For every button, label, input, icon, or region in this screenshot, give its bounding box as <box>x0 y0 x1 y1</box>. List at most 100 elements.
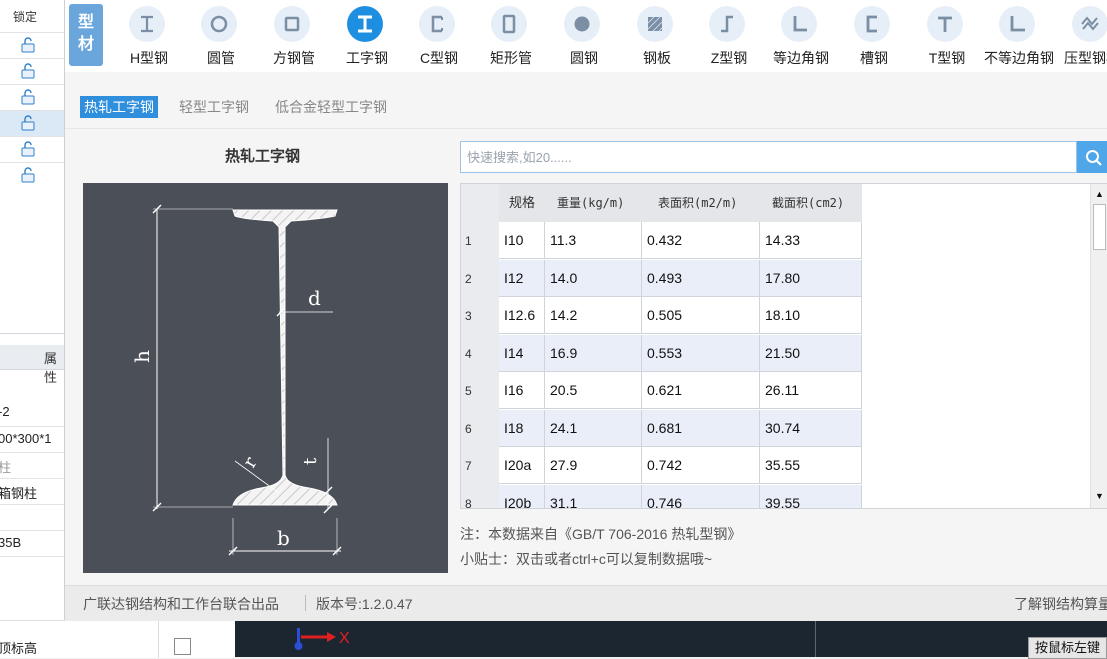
quick-search-input[interactable] <box>460 141 1077 173</box>
cell-section-area[interactable]: 14.33 <box>760 222 862 259</box>
column-header-section-area[interactable]: 截面积(cm2) <box>760 184 862 222</box>
t-section-icon <box>938 16 952 32</box>
cell-spec[interactable]: I16 <box>499 372 545 409</box>
cell-section-area[interactable]: 26.11 <box>760 372 862 409</box>
cell-spec[interactable]: I14 <box>499 334 545 372</box>
cell-section-area[interactable]: 35.55 <box>760 447 862 484</box>
toolbar-item-square-tube[interactable]: 方钢管 <box>258 0 330 72</box>
unlock-icon[interactable] <box>20 141 36 157</box>
cell-spec[interactable]: I18 <box>499 409 545 447</box>
table-row[interactable]: 7 I20a 27.9 0.742 35.55 <box>461 447 863 484</box>
cell-weight[interactable]: 16.9 <box>545 334 642 372</box>
subtab-hot-rolled[interactable]: 热轧工字钢 <box>80 96 158 118</box>
lock-row[interactable] <box>0 162 64 189</box>
cell-surface-area[interactable]: 0.742 <box>642 447 760 484</box>
flange-width-label: b <box>277 526 290 550</box>
cell-surface-area[interactable]: 0.746 <box>642 484 760 508</box>
subtab-light[interactable]: 轻型工字钢 <box>175 96 253 118</box>
scroll-up-arrow-icon[interactable]: ▲ <box>1091 186 1107 203</box>
property-value: -2 <box>0 404 10 419</box>
cell-weight[interactable]: 20.5 <box>545 372 642 409</box>
cell-weight[interactable]: 14.2 <box>545 297 642 334</box>
subtype-tabs: 热轧工字钢 轻型工字钢 低合金轻型工字钢 <box>65 72 1107 129</box>
unlock-icon[interactable] <box>20 167 36 183</box>
cell-surface-area[interactable]: 0.553 <box>642 334 760 372</box>
copy-tip-note: 小贴士：双击或者ctrl+c可以复制数据哦~ <box>460 551 713 567</box>
cell-spec[interactable]: I20a <box>499 447 545 484</box>
toolbar-item-round-tube[interactable]: 圆管 <box>185 0 257 72</box>
cell-surface-area[interactable]: 0.493 <box>642 259 760 297</box>
table-row[interactable]: 2 I12 14.0 0.493 17.80 <box>461 259 863 297</box>
toolbar-item-z-section[interactable]: Z型钢 <box>693 0 765 72</box>
channel-icon-badge <box>854 6 890 42</box>
dialog-footer: 广联达钢结构和工作台联合出品 版本号:1.2.0.47 了解钢结构算量 <box>65 585 1107 621</box>
flange-thickness-label: t <box>300 457 321 465</box>
toolbar-item-label: 圆管 <box>207 50 235 66</box>
column-header-weight[interactable]: 重量(kg/m) <box>545 184 642 222</box>
learn-more-link[interactable]: 了解钢结构算量 <box>1014 594 1107 614</box>
cell-weight[interactable]: 24.1 <box>545 409 642 447</box>
cell-section-area[interactable]: 21.50 <box>760 334 862 372</box>
cell-weight[interactable]: 11.3 <box>545 222 642 259</box>
row-number: 5 <box>465 384 472 398</box>
toolbar-item-i-beam[interactable]: 工字钢 <box>331 0 403 72</box>
toolbar-item-profiled-sheet[interactable]: 压型钢板 <box>1056 0 1107 72</box>
column-header-surface-area[interactable]: 表面积(m2/m) <box>642 184 760 222</box>
table-vertical-scrollbar[interactable]: ▲ ▼ <box>1090 184 1107 508</box>
unlock-icon[interactable] <box>20 63 36 79</box>
cell-weight[interactable]: 14.0 <box>545 259 642 297</box>
lock-row[interactable] <box>0 58 64 85</box>
cell-section-area[interactable]: 39.55 <box>760 484 862 508</box>
background-cad-canvas[interactable]: X 按鼠标左键 <box>235 620 1107 659</box>
search-button[interactable] <box>1077 141 1107 173</box>
toolbar-item-t-section[interactable]: T型钢 <box>911 0 983 72</box>
scroll-thumb[interactable] <box>1093 204 1106 250</box>
table-row[interactable]: 5 I16 20.5 0.621 26.11 <box>461 372 863 409</box>
toolbar-item-h-beam[interactable]: H型钢 <box>113 0 185 72</box>
cell-weight[interactable]: 31.1 <box>545 484 642 508</box>
lock-row[interactable] <box>0 84 64 111</box>
top-elevation-checkbox[interactable] <box>174 638 191 655</box>
toolbar-item-equal-angle[interactable]: 等边角钢 <box>765 0 837 72</box>
cell-spec[interactable]: I20b <box>499 484 545 508</box>
channel-icon <box>866 15 877 33</box>
toolbar-item-rect-tube[interactable]: 矩形管 <box>475 0 547 72</box>
cell-section-area[interactable]: 30.74 <box>760 409 862 447</box>
scroll-down-arrow-icon[interactable]: ▼ <box>1091 488 1107 505</box>
unlock-icon[interactable] <box>20 115 36 131</box>
cell-surface-area[interactable]: 0.621 <box>642 372 760 409</box>
unlock-icon[interactable] <box>20 89 36 105</box>
z-section-icon <box>721 15 733 33</box>
column-header-spec[interactable]: 规格 <box>499 184 545 222</box>
property-value: 柱 <box>0 457 11 476</box>
equal-angle-icon <box>793 16 807 32</box>
table-row[interactable]: 4 I14 16.9 0.553 21.50 <box>461 334 863 372</box>
cell-weight[interactable]: 27.9 <box>545 447 642 484</box>
table-row[interactable]: 8 I20b 31.1 0.746 39.55 <box>461 484 863 508</box>
cell-section-area[interactable]: 17.80 <box>760 259 862 297</box>
table-row[interactable]: 3 I12.6 14.2 0.505 18.10 <box>461 297 863 334</box>
lock-row[interactable] <box>0 136 64 163</box>
row-number: 4 <box>465 346 472 361</box>
toolbar-item-channel[interactable]: 槽钢 <box>838 0 910 72</box>
cell-surface-area[interactable]: 0.505 <box>642 297 760 334</box>
row-number: 2 <box>465 271 472 286</box>
toolbar-item-unequal-angle[interactable]: 不等边角钢 <box>983 0 1055 72</box>
cell-spec[interactable]: I12 <box>499 259 545 297</box>
toolbar-item-round-bar[interactable]: 圆钢 <box>548 0 620 72</box>
lock-row[interactable] <box>0 110 64 137</box>
cell-surface-area[interactable]: 0.681 <box>642 409 760 447</box>
unlock-icon[interactable] <box>20 37 36 53</box>
cell-spec[interactable]: I10 <box>499 222 545 259</box>
cell-spec[interactable]: I12.6 <box>499 297 545 334</box>
cell-section-area[interactable]: 18.10 <box>760 297 862 334</box>
toolbar-item-label: 槽钢 <box>860 50 888 66</box>
axis-x-label: X <box>339 630 350 647</box>
lock-row[interactable] <box>0 32 64 59</box>
toolbar-item-c-channel[interactable]: C型钢 <box>403 0 475 72</box>
table-row[interactable]: 1 I10 11.3 0.432 14.33 <box>461 222 863 259</box>
table-row[interactable]: 6 I18 24.1 0.681 30.74 <box>461 409 863 447</box>
toolbar-item-steel-plate[interactable]: 钢板 <box>621 0 693 72</box>
cell-surface-area[interactable]: 0.432 <box>642 222 760 259</box>
subtab-low-alloy-light[interactable]: 低合金轻型工字钢 <box>271 96 391 118</box>
